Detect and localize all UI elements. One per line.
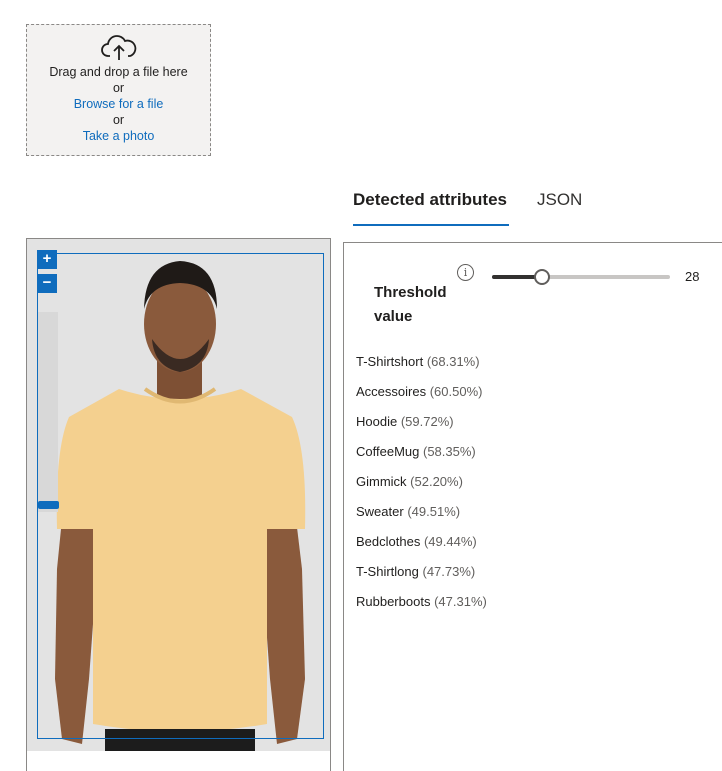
attribute-name: Gimmick	[356, 474, 407, 489]
attribute-item: Sweater (49.51%)	[356, 499, 487, 529]
attribute-name: T-Shirtshort	[356, 354, 424, 369]
attribute-score: (68.31%)	[426, 354, 480, 369]
browse-file-link[interactable]: Browse for a file	[27, 96, 210, 112]
take-photo-link[interactable]: Take a photo	[27, 128, 210, 144]
attribute-name: CoffeeMug	[356, 444, 420, 459]
detection-bounding-box	[37, 253, 324, 739]
zoom-slider-thumb[interactable]	[38, 501, 59, 509]
attribute-name: Hoodie	[356, 414, 398, 429]
attribute-name: T-Shirtlong	[356, 564, 419, 579]
image-viewer: + −	[26, 238, 331, 771]
attribute-score: (49.44%)	[423, 534, 477, 549]
attribute-item: Accessoires (60.50%)	[356, 379, 487, 409]
or-text: or	[112, 81, 125, 95]
cloud-upload-icon	[100, 35, 136, 60]
info-icon[interactable]: i	[457, 264, 474, 281]
attribute-score: (47.73%)	[422, 564, 476, 579]
attribute-item: T-Shirtshort (68.31%)	[356, 349, 487, 379]
file-drop-zone[interactable]: Drag and drop a file here or Browse for …	[26, 24, 211, 156]
detected-attributes-panel: Threshold value i 28 T-Shirtshort (68.31…	[343, 242, 722, 771]
slider-thumb[interactable]	[533, 269, 550, 285]
attribute-score: (52.20%)	[410, 474, 463, 489]
attribute-item: T-Shirtlong (47.73%)	[356, 559, 487, 589]
attribute-name: Bedclothes	[356, 534, 421, 549]
attribute-score: (60.50%)	[429, 384, 483, 399]
attribute-item: Bedclothes (49.44%)	[356, 529, 487, 559]
attribute-list: T-Shirtshort (68.31%) Accessoires (60.50%…	[356, 349, 487, 619]
attribute-score: (59.72%)	[400, 414, 454, 429]
attribute-item: Rubberboots (47.31%)	[356, 589, 487, 619]
attribute-item: Hoodie (59.72%)	[356, 409, 487, 439]
attribute-score: (58.35%)	[422, 444, 476, 459]
threshold-value: 28	[685, 269, 700, 284]
attribute-item: Gimmick (52.20%)	[356, 469, 487, 499]
attribute-name: Sweater	[356, 504, 404, 519]
tab-json[interactable]: JSON	[537, 190, 582, 226]
result-tabs: Detected attributes JSON	[353, 190, 610, 226]
threshold-label: Threshold value	[374, 284, 447, 325]
tab-detected-attributes[interactable]: Detected attributes	[353, 190, 509, 226]
attribute-score: (47.31%)	[434, 594, 487, 609]
zoom-in-button[interactable]: +	[37, 250, 57, 269]
attribute-name: Rubberboots	[356, 594, 431, 609]
threshold-slider[interactable]	[492, 269, 670, 285]
or-text: or	[112, 113, 125, 127]
zoom-out-button[interactable]: −	[37, 274, 57, 293]
drag-drop-text: Drag and drop a file here	[49, 65, 188, 79]
zoom-slider-track[interactable]	[38, 312, 58, 512]
attribute-item: CoffeeMug (58.35%)	[356, 439, 487, 469]
attribute-name: Accessoires	[356, 384, 427, 399]
attribute-score: (49.51%)	[407, 504, 461, 519]
